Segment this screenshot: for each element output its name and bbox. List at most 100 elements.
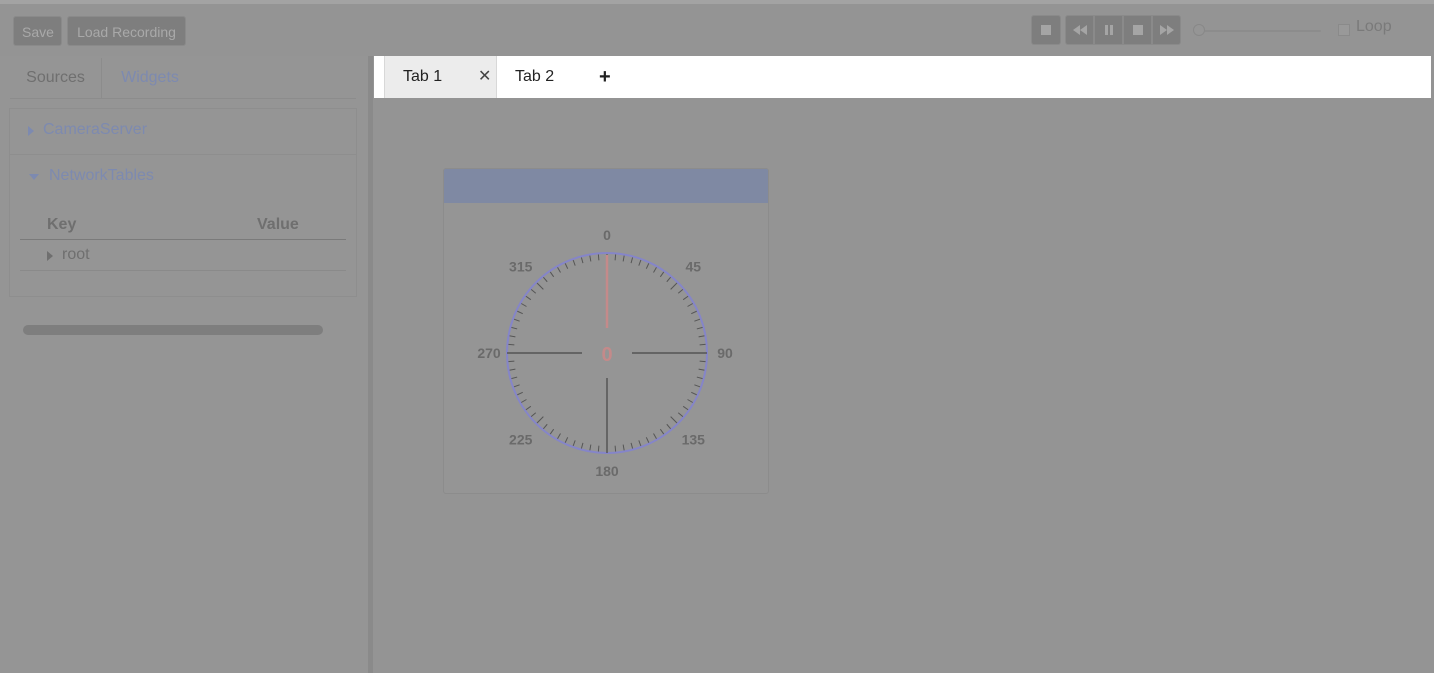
dial-tick [549, 270, 555, 278]
dial-tick [682, 295, 690, 301]
dial-tick [564, 437, 569, 444]
degree-label: 0 [603, 227, 611, 243]
dial-tick [630, 256, 634, 264]
widget-header[interactable] [444, 169, 768, 203]
dial-tick [698, 335, 706, 338]
dial-tick [512, 384, 520, 388]
table-row[interactable]: root [20, 240, 346, 271]
playback-slider[interactable] [1193, 24, 1323, 36]
dial-tick [653, 433, 658, 440]
dial-tick [677, 412, 684, 418]
dial-tick [638, 440, 642, 448]
degree-label: 225 [509, 431, 533, 447]
dial-tick [698, 368, 706, 371]
dial-tick [524, 405, 532, 411]
dial-tick [696, 376, 704, 380]
degree-label: 315 [509, 259, 533, 275]
loop-checkbox[interactable] [1338, 24, 1350, 36]
dial-tick [520, 302, 527, 307]
gyro-value: 0 [601, 344, 612, 366]
slider-thumb[interactable] [1193, 24, 1205, 36]
table-header: Key Value [20, 213, 346, 240]
stop-recording-button[interactable] [1031, 15, 1061, 45]
stop-playback-button[interactable] [1123, 15, 1152, 45]
degree-label: 180 [595, 463, 619, 479]
dial-tick [699, 343, 707, 346]
tab-2[interactable]: Tab 2 [498, 56, 598, 98]
dial-tick [542, 423, 548, 430]
dial-tick [542, 276, 548, 283]
source-label: NetworkTables [49, 167, 154, 184]
slider-track [1199, 30, 1321, 32]
tab-1[interactable]: Tab 1 ✕ [384, 56, 497, 98]
dial-tick [508, 335, 516, 338]
pause-button[interactable] [1094, 15, 1123, 45]
dial-tick [694, 384, 702, 388]
column-value: Value [257, 216, 299, 233]
stop-icon [1132, 25, 1143, 35]
dial-tick [508, 368, 516, 371]
dial-tick [614, 253, 617, 261]
dial-tick [510, 326, 518, 330]
save-button[interactable]: Save [13, 16, 62, 46]
dial-tick [589, 444, 592, 452]
dial-tick [580, 442, 584, 450]
dial-tick [556, 266, 561, 273]
gyro-widget[interactable]: 0 0 45 90 135 180 225 270 315 [443, 168, 769, 494]
fast-forward-button[interactable] [1152, 15, 1181, 45]
dial-tick [653, 266, 658, 273]
dial-tick [512, 318, 520, 322]
degree-label: 90 [717, 345, 733, 361]
sidebar-resize-handle[interactable] [368, 56, 373, 673]
tab-label: Tab 2 [515, 68, 555, 85]
dial-tick [556, 433, 561, 440]
loop-label: Loop [1356, 18, 1392, 35]
dial-tick [696, 326, 704, 330]
dial-tick [520, 399, 527, 404]
toolbar: Save Load Recording Loop [0, 4, 1434, 56]
degree-label: 270 [477, 345, 501, 361]
tab-widgets[interactable]: Widgets [102, 58, 198, 98]
dial-tick [670, 281, 679, 290]
dial-tick [666, 423, 672, 430]
close-icon[interactable]: ✕ [478, 56, 491, 98]
playback-controls [1065, 15, 1181, 45]
dial-tick [699, 360, 707, 363]
dial-tick [535, 416, 544, 425]
tab-sources[interactable]: Sources [10, 58, 102, 98]
source-network-tables[interactable]: NetworkTables [10, 155, 356, 200]
chevron-right-icon [28, 126, 34, 136]
pause-icon [1104, 25, 1113, 35]
sidebar: Sources Widgets CameraServer NetworkTabl… [0, 56, 368, 673]
tab-label: Tab 1 [403, 68, 443, 85]
chevron-right-icon[interactable] [47, 251, 53, 261]
dial-tick [645, 262, 650, 269]
sidebar-tabs: Sources Widgets [10, 58, 356, 99]
dial-tick [677, 288, 684, 294]
dial-tick [524, 295, 532, 301]
dial-tick [630, 442, 634, 450]
dial-tick [516, 310, 523, 315]
horizontal-scrollbar[interactable] [23, 325, 323, 335]
dial-tick [589, 254, 592, 262]
column-key: Key [47, 216, 77, 233]
dial-tick [507, 360, 515, 363]
chevron-down-icon [29, 174, 39, 180]
dial-tick [670, 416, 679, 425]
stop-icon [1041, 25, 1051, 35]
dial-tick [530, 288, 537, 294]
dial-tick [549, 428, 555, 436]
dial-tick [580, 256, 584, 264]
dial-tick [516, 391, 523, 396]
source-camera-server[interactable]: CameraServer [10, 109, 356, 155]
dial-tick [687, 302, 694, 307]
dial-tick [510, 376, 518, 380]
dial-tick [682, 405, 690, 411]
rewind-button[interactable] [1065, 15, 1094, 45]
tab-bar: Tab 1 ✕ Tab 2 + [374, 56, 1431, 98]
add-tab-button[interactable]: + [599, 56, 613, 98]
dial-tick [597, 445, 600, 453]
degree-label: 135 [682, 431, 706, 447]
load-recording-button[interactable]: Load Recording [67, 16, 186, 46]
dial-tick [691, 310, 698, 315]
